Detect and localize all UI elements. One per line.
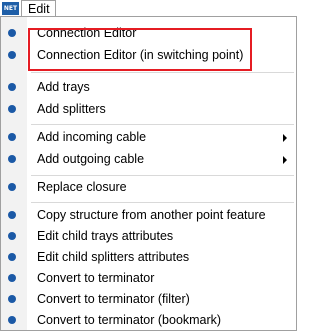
menu-item-add-incoming-cable[interactable]: Add incoming cable [1, 126, 296, 148]
menu-separator [31, 72, 294, 73]
menu-item-replace-closure[interactable]: Replace closure [1, 176, 296, 198]
menu-item-label: Convert to terminator [37, 271, 155, 285]
menu-item-add-splitters[interactable]: Add splitters [1, 98, 296, 120]
bullet-icon [8, 295, 16, 303]
bullet-icon [8, 316, 16, 324]
menu-item-label: Convert to terminator (filter) [37, 292, 190, 306]
bullet-icon [8, 105, 16, 113]
menu-item-label: Add splitters [37, 102, 106, 116]
menu-item-edit-child-trays[interactable]: Edit child trays attributes [1, 225, 296, 247]
submenu-arrow-icon [283, 156, 287, 164]
menu-item-label: Add trays [37, 80, 90, 94]
menu-item-copy-structure[interactable]: Copy structure from another point featur… [1, 204, 296, 226]
bullet-icon [8, 29, 16, 37]
menu-bar: NET Edit [0, 0, 297, 17]
menu-item-convert-to-terminator-bookmark[interactable]: Convert to terminator (bookmark) [1, 309, 296, 331]
menu-item-label: Add incoming cable [37, 130, 147, 144]
menu-item-add-outgoing-cable[interactable]: Add outgoing cable [1, 148, 296, 170]
menu-item-label: Connection Editor (in switching point) [37, 48, 244, 62]
menu-item-add-trays[interactable]: Add trays [1, 76, 296, 98]
bullet-icon [8, 232, 16, 240]
menu-item-label: Add outgoing cable [37, 152, 145, 166]
edit-menu[interactable]: Edit [21, 0, 56, 17]
menu-item-convert-to-terminator-filter[interactable]: Convert to terminator (filter) [1, 288, 296, 310]
bullet-icon [8, 211, 16, 219]
menu-item-label: Replace closure [37, 180, 127, 194]
bullet-icon [8, 274, 16, 282]
menu-item-label: Edit child splitters attributes [37, 250, 190, 264]
bullet-icon [8, 183, 16, 191]
menu-item-label: Copy structure from another point featur… [37, 208, 266, 222]
menu-item-connection-editor[interactable]: Connection Editor [1, 22, 296, 44]
menu-separator [31, 202, 294, 203]
menu-separator [31, 124, 294, 125]
menu-item-connection-editor-switching-point[interactable]: Connection Editor (in switching point) [1, 44, 296, 66]
app-logo-icon: NET [2, 2, 19, 15]
bullet-icon [8, 83, 16, 91]
bullet-icon [8, 133, 16, 141]
menu-item-edit-child-splitters[interactable]: Edit child splitters attributes [1, 246, 296, 268]
menu-item-label: Connection Editor [37, 26, 137, 40]
menu-item-convert-to-terminator[interactable]: Convert to terminator [1, 267, 296, 289]
bullet-icon [8, 155, 16, 163]
menu-item-label: Convert to terminator (bookmark) [37, 313, 222, 327]
menu-item-label: Edit child trays attributes [37, 229, 174, 243]
bullet-icon [8, 253, 16, 261]
submenu-arrow-icon [283, 134, 287, 142]
edit-dropdown-menu: Connection Editor Connection Editor (in … [0, 16, 297, 331]
bullet-icon [8, 51, 16, 59]
